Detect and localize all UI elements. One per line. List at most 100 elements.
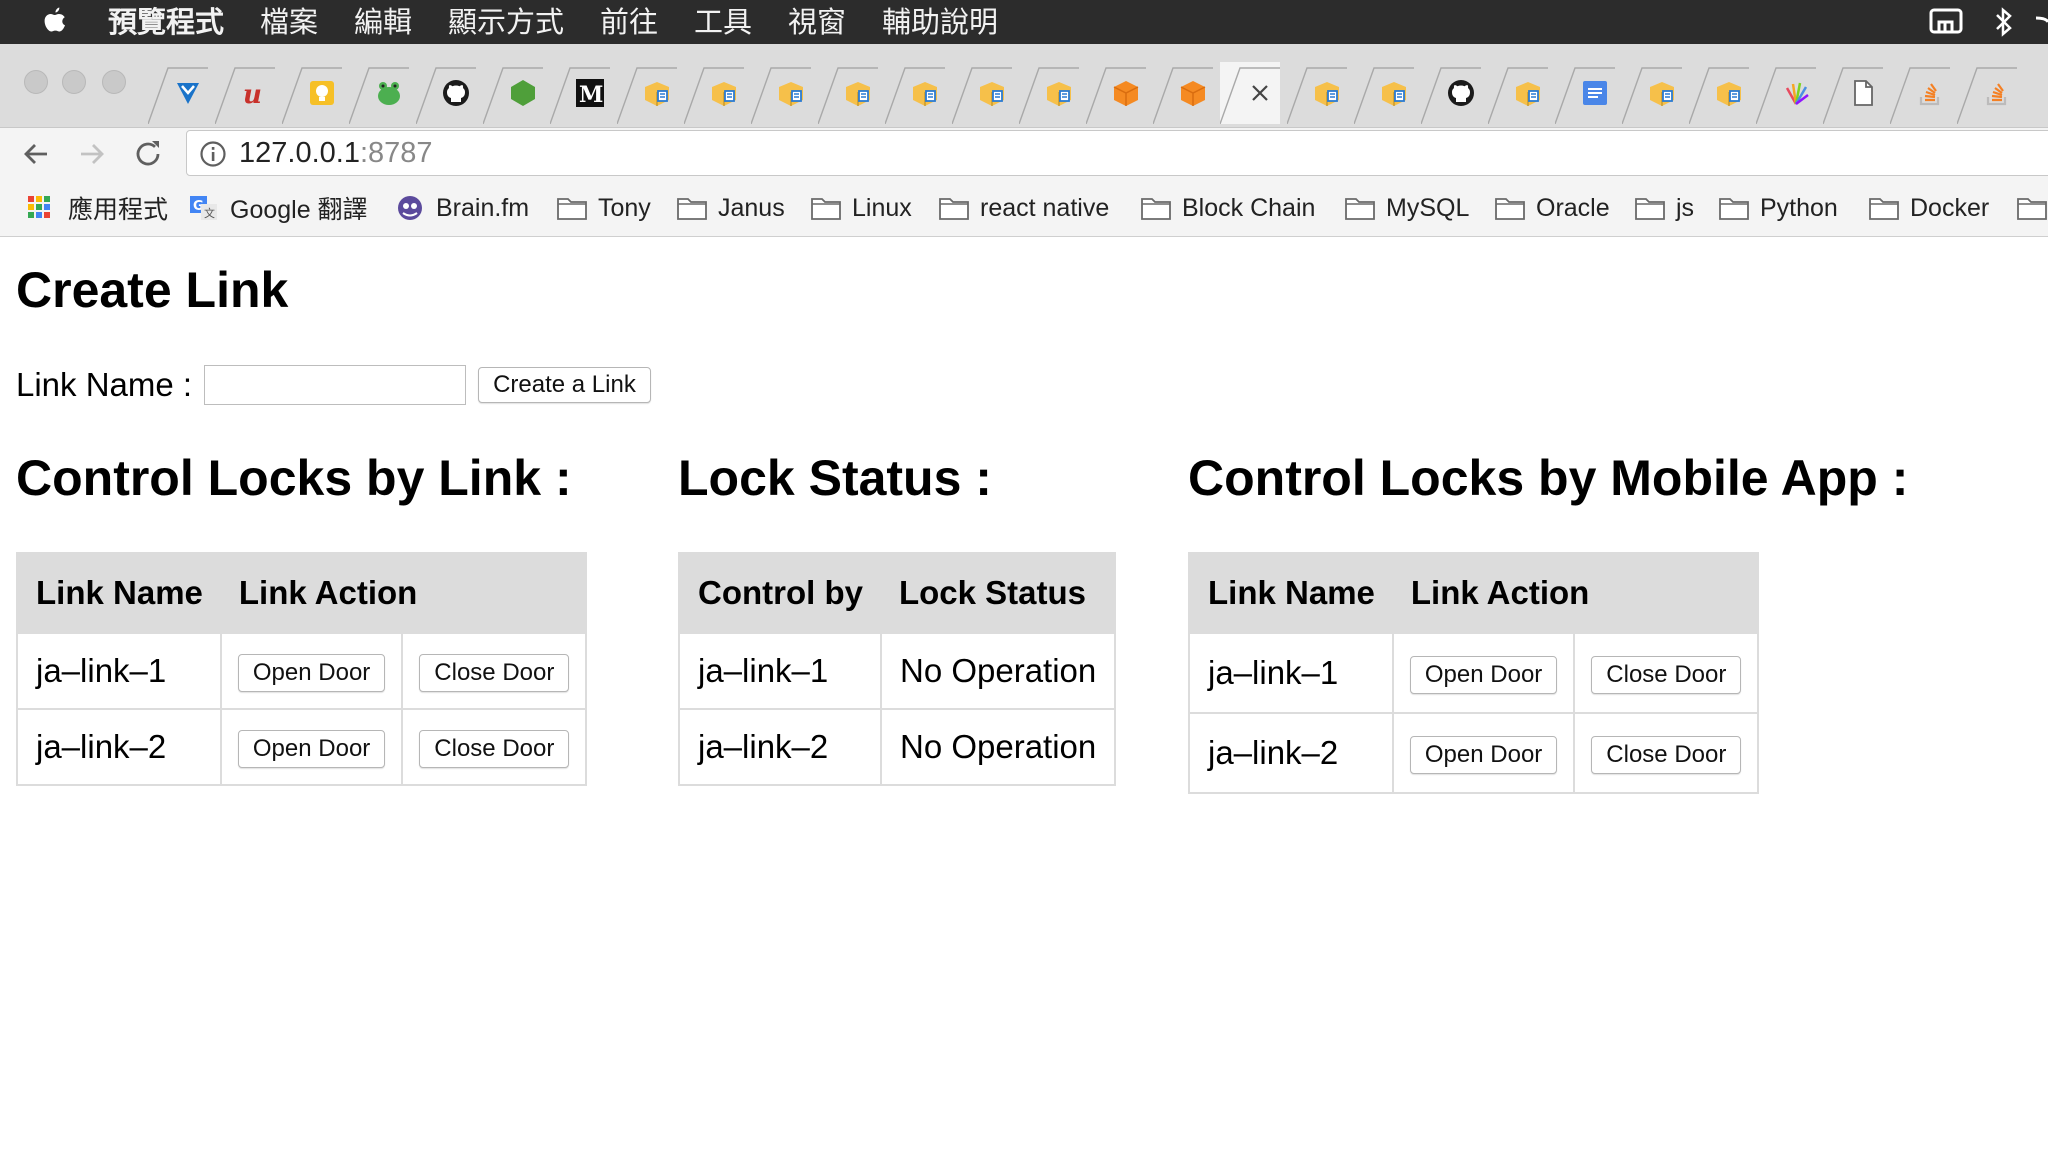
bookmark-item[interactable]: Docker — [1868, 180, 1989, 236]
close-door-button[interactable]: Close Door — [419, 730, 570, 768]
lock-status-table: Control by Lock Status ja–link–1 No Oper… — [678, 552, 1117, 786]
tab[interactable] — [1086, 62, 1146, 124]
tab[interactable] — [1890, 62, 1950, 124]
bookmark-item[interactable]: js — [1634, 180, 1694, 236]
menu-app-name[interactable]: 預覽程式 — [108, 0, 224, 44]
close-door-cell: Close Door — [401, 632, 588, 710]
bookmark-item[interactable]: Python — [1718, 180, 1838, 236]
table-row: ja–link–1 Open Door Close Door — [16, 632, 588, 710]
tab[interactable] — [1421, 62, 1481, 124]
menu-go[interactable]: 前往 — [600, 0, 658, 44]
open-door-button[interactable]: Open Door — [237, 654, 386, 692]
svg-text:文: 文 — [204, 206, 215, 220]
open-door-button[interactable]: Open Door — [1409, 736, 1558, 774]
tab[interactable] — [818, 62, 878, 124]
close-door-cell: Close Door — [401, 708, 588, 786]
tab[interactable] — [1488, 62, 1548, 124]
bookmark-item[interactable]: Brain.fm — [394, 180, 529, 236]
address-bar[interactable]: 127.0.0.1:8787 — [186, 130, 2048, 176]
menu-help[interactable]: 輔助說明 — [882, 0, 998, 44]
tab[interactable] — [1756, 62, 1816, 124]
stack-icon — [1912, 75, 1948, 111]
bookmark-item[interactable]: G 文 Google 翻譯 — [188, 180, 368, 236]
bookmark-item[interactable]: 應用程式 — [26, 180, 168, 236]
header-lock-status: Lock Status — [880, 553, 1116, 633]
table-header-row: Link Name Link Action — [1189, 553, 1759, 633]
table-header-row: Link Name Link Action — [17, 553, 587, 633]
table-row: ja–link–2 No Operation — [678, 708, 1117, 786]
book-icon — [773, 75, 809, 111]
tab[interactable] — [1622, 62, 1682, 124]
forward-arrow-icon[interactable] — [72, 136, 112, 172]
airplay-icon[interactable] — [1928, 6, 1964, 43]
bookmark-item[interactable]: Janus — [676, 180, 785, 236]
google-translate-icon: G文 — [188, 195, 230, 221]
close-tab-icon[interactable] — [1242, 75, 1278, 111]
wifi-icon[interactable] — [2035, 6, 2048, 43]
bookmark-item[interactable]: Linux — [810, 180, 912, 236]
window-close-button[interactable] — [24, 70, 48, 94]
close-door-button[interactable]: Close Door — [1591, 736, 1742, 774]
apps-grid-icon — [26, 195, 68, 221]
window-zoom-button[interactable] — [102, 70, 126, 94]
bookmark-item[interactable]: Tony — [556, 180, 651, 236]
menu-file[interactable]: 檔案 — [260, 0, 318, 44]
tab[interactable] — [751, 62, 811, 124]
tab[interactable] — [483, 62, 543, 124]
cube-icon — [1108, 75, 1144, 111]
tab[interactable] — [684, 62, 744, 124]
tab[interactable] — [1823, 62, 1883, 124]
apple-logo-icon[interactable] — [38, 5, 68, 39]
site-info-icon[interactable] — [199, 140, 227, 173]
menu-window[interactable]: 視窗 — [788, 0, 846, 44]
close-door-button[interactable]: Close Door — [1591, 656, 1742, 694]
folder-icon — [1344, 195, 1386, 221]
window-minimize-button[interactable] — [62, 70, 86, 94]
docs-icon — [1577, 75, 1613, 111]
back-arrow-icon[interactable] — [16, 136, 56, 172]
tab[interactable] — [282, 62, 342, 124]
tab[interactable] — [952, 62, 1012, 124]
link-name-input[interactable] — [204, 365, 467, 405]
hexagon-icon — [505, 75, 541, 111]
reload-icon[interactable] — [128, 136, 168, 172]
control-by-cell: ja–link–1 — [678, 632, 882, 710]
bookmark-item[interactable]: react native — [938, 180, 1109, 236]
tab[interactable] — [148, 62, 208, 124]
page-content: Create Link Link Name : Create a Link Co… — [0, 237, 2048, 1172]
open-door-cell: Open Door — [1391, 712, 1576, 794]
sparkle-icon — [1778, 75, 1814, 111]
tab[interactable] — [349, 62, 409, 124]
tab[interactable] — [1555, 62, 1615, 124]
bookmark-item[interactable] — [2016, 180, 2048, 236]
bookmarks-bar: 應用程式 G 文 Google 翻譯 Brain.fm Tony Janus Linux rea… — [0, 180, 2048, 237]
tab-active[interactable] — [1220, 62, 1280, 124]
tab[interactable] — [1957, 62, 2017, 124]
tab[interactable] — [1153, 62, 1213, 124]
tab[interactable] — [1354, 62, 1414, 124]
menu-view[interactable]: 顯示方式 — [448, 0, 564, 44]
tab[interactable]: u — [215, 62, 275, 124]
tab[interactable] — [617, 62, 677, 124]
open-door-button[interactable]: Open Door — [237, 730, 386, 768]
close-door-cell: Close Door — [1573, 632, 1760, 714]
bookmark-item[interactable]: Block Chain — [1140, 180, 1315, 236]
tab[interactable] — [1019, 62, 1079, 124]
tab[interactable] — [1689, 62, 1749, 124]
open-door-button[interactable]: Open Door — [1409, 656, 1558, 694]
bookmark-item[interactable]: MySQL — [1344, 180, 1469, 236]
tab[interactable] — [885, 62, 945, 124]
tab[interactable] — [416, 62, 476, 124]
bookmark-label: Tony — [598, 193, 651, 222]
url-text[interactable]: 127.0.0.1:8787 — [239, 131, 433, 175]
menu-tools[interactable]: 工具 — [694, 0, 752, 44]
table-row: ja–link–2 Open Door Close Door — [16, 708, 588, 786]
link-name-cell: ja–link–1 — [1188, 632, 1394, 714]
tab[interactable] — [1287, 62, 1347, 124]
tab[interactable]: M — [550, 62, 610, 124]
close-door-button[interactable]: Close Door — [419, 654, 570, 692]
bluetooth-icon[interactable] — [1992, 6, 2016, 43]
bookmark-item[interactable]: Oracle — [1494, 180, 1610, 236]
create-link-button[interactable]: Create a Link — [478, 367, 651, 403]
menu-edit[interactable]: 編輯 — [354, 0, 412, 44]
